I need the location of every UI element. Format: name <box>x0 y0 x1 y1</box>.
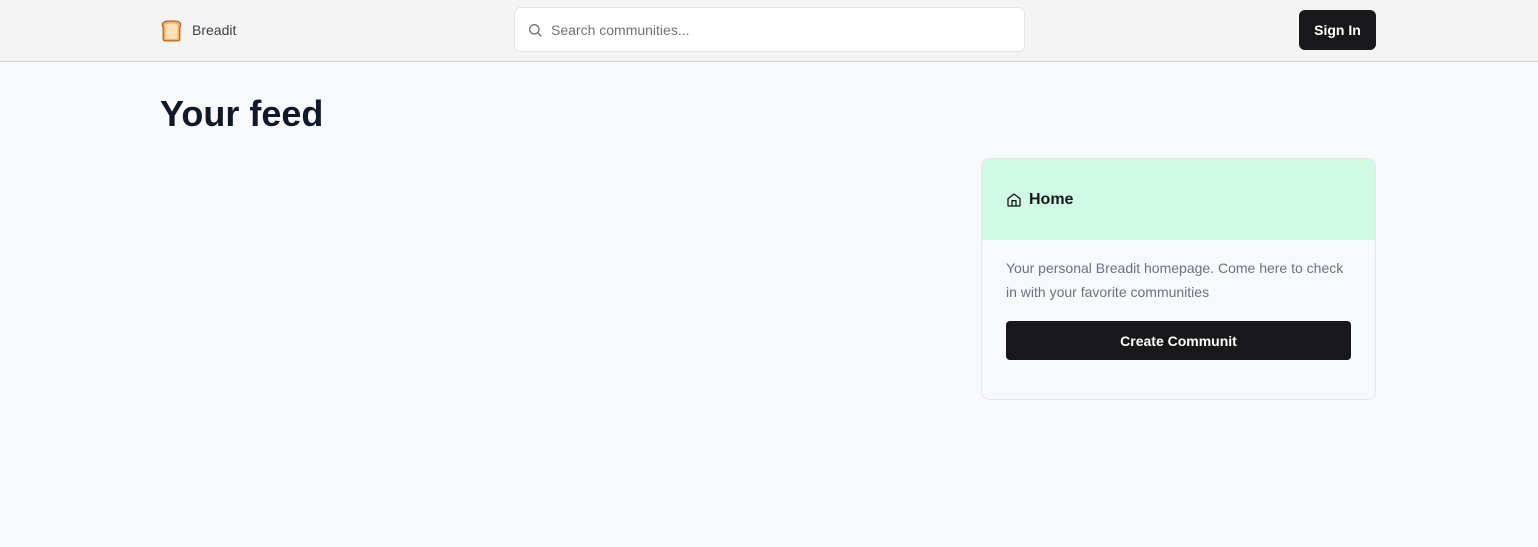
home-card-description: Your personal Breadit homepage. Come her… <box>1006 260 1344 300</box>
search-icon <box>529 23 542 37</box>
brand-name: Breadit <box>192 22 237 38</box>
home-card-header: Home <box>982 159 1375 240</box>
create-community-button[interactable]: Create Communit <box>1006 321 1351 360</box>
search-input[interactable] <box>551 21 991 38</box>
brand-home-link[interactable]: Breadit <box>159 17 236 43</box>
navbar: Breadit Sign In <box>0 0 1538 62</box>
home-card: Home Your personal Breadit homepage. Com… <box>981 158 1376 400</box>
home-icon <box>1007 192 1021 207</box>
home-card-title: Home <box>1029 190 1074 208</box>
search-bar[interactable] <box>514 7 1025 52</box>
home-card-body: Your personal Breadit homepage. Come her… <box>982 240 1375 360</box>
bread-toast-icon <box>161 19 182 42</box>
page-title: Your feed <box>160 93 324 134</box>
sign-in-button[interactable]: Sign In <box>1299 10 1376 50</box>
